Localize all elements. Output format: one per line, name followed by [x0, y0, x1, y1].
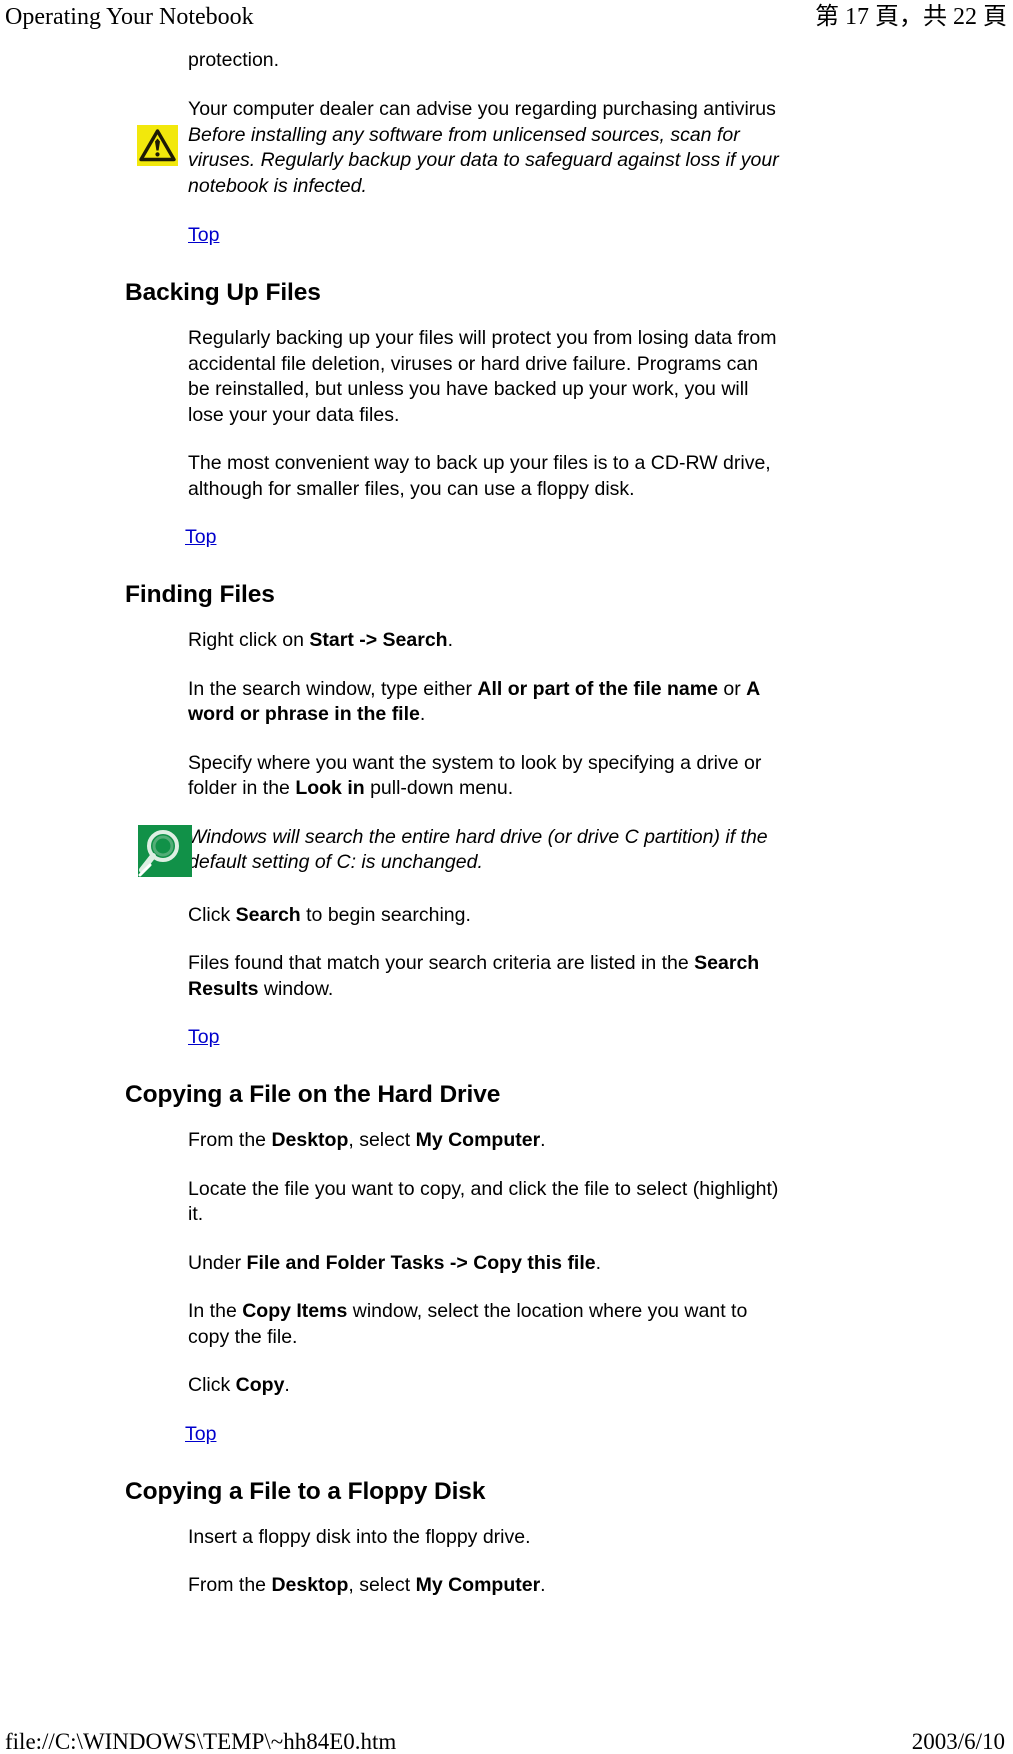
- document-page: Operating Your Notebook 第 17 頁，共 22 頁 pr…: [0, 0, 1013, 1754]
- step-emphasis: My Computer: [415, 1574, 541, 1596]
- header-page-indicator: 第 17 頁，共 22 頁: [815, 4, 1007, 30]
- step-text: Under: [188, 1251, 247, 1274]
- step-text: window.: [258, 977, 334, 1000]
- page-footer: file://C:\WINDOWS\TEMP\~hh84E0.htm 2003/…: [0, 1727, 1013, 1754]
- footer-date: 2003/6/10: [911, 1729, 1005, 1754]
- step-emphasis: Start -> Search: [309, 629, 448, 651]
- step-copy-hd-2: Locate the file you want to copy, and cl…: [188, 1177, 779, 1226]
- step-emphasis: Search: [235, 903, 301, 926]
- clipped-paragraph-container: Your computer dealer can advise you rega…: [0, 97, 1013, 123]
- step-text: From the: [188, 1574, 272, 1596]
- step-copy-hd-3: Under File and Folder Tasks -> Copy this…: [188, 1251, 781, 1277]
- step-text: , select: [348, 1129, 416, 1151]
- step-text: From the: [188, 1129, 272, 1151]
- step-text: .: [447, 629, 453, 651]
- top-link[interactable]: Top: [185, 1422, 216, 1447]
- warning-triangle-icon: [137, 124, 178, 166]
- document-content: protection. Your computer dealer can adv…: [0, 48, 1013, 1622]
- step-text: In the: [188, 1300, 243, 1322]
- top-link[interactable]: Top: [188, 1025, 219, 1050]
- step-text: In the search window, type either: [188, 677, 478, 700]
- step-emphasis: Copy: [235, 1374, 285, 1396]
- step-text: Files found that match your search crite…: [188, 952, 695, 974]
- step-finding-5: Files found that match your search crite…: [188, 951, 775, 1002]
- step-text: .: [595, 1251, 602, 1274]
- heading-finding-files: Finding Files: [125, 581, 275, 608]
- step-text: or: [717, 677, 747, 700]
- header-document-title: Operating Your Notebook: [5, 4, 254, 30]
- step-text: to begin searching.: [300, 903, 471, 926]
- step-text: .: [540, 1129, 546, 1151]
- step-emphasis: File and Folder Tasks -> Copy this file: [246, 1251, 596, 1274]
- step-emphasis: Desktop: [271, 1574, 349, 1596]
- step-emphasis: Desktop: [271, 1129, 349, 1151]
- step-finding-4: Click Search to begin searching.: [188, 903, 775, 929]
- warning-note-text: Before installing any software from unli…: [188, 123, 779, 197]
- paragraph-antivirus-tail: protection.: [188, 49, 280, 71]
- step-text: Click: [188, 1374, 236, 1396]
- step-copy-hd-4: In the Copy Items window, select the loc…: [188, 1299, 781, 1350]
- step-emphasis: All or part of the file name: [477, 677, 718, 700]
- step-text: .: [284, 1374, 290, 1396]
- heading-backing-up-files: Backing Up Files: [125, 279, 321, 306]
- top-link[interactable]: Top: [188, 223, 219, 248]
- step-copy-floppy-2: From the Desktop, select My Computer.: [188, 1573, 781, 1599]
- paragraph-backup-1: Regularly backing up your files will pro…: [188, 327, 777, 426]
- heading-copying-hard-drive: Copying a File on the Hard Drive: [125, 1081, 501, 1108]
- search-note-text: Windows will search the entire hard driv…: [188, 825, 768, 874]
- step-emphasis: Copy Items: [242, 1300, 348, 1322]
- step-emphasis: Look in: [295, 777, 365, 799]
- step-finding-1: Right click on Start -> Search.: [188, 628, 775, 654]
- step-text: .: [540, 1574, 546, 1596]
- paragraph-antivirus-clipped: Your computer dealer can advise you rega…: [188, 97, 776, 120]
- magnifier-icon: [138, 824, 192, 877]
- step-copy-hd-1: From the Desktop, select My Computer.: [188, 1128, 781, 1154]
- page-header: Operating Your Notebook 第 17 頁，共 22 頁: [0, 2, 1013, 36]
- paragraph-backup-2: The most convenient way to back up your …: [188, 452, 771, 500]
- step-emphasis: My Computer: [415, 1129, 541, 1151]
- step-text: Right click on: [188, 629, 310, 651]
- heading-copying-floppy-disk: Copying a File to a Floppy Disk: [125, 1477, 486, 1505]
- warning-note: Before installing any software from unli…: [0, 123, 1013, 200]
- step-text: Click: [188, 903, 236, 926]
- step-text: pull-down menu.: [364, 777, 514, 799]
- step-finding-3: Specify where you want the system to loo…: [188, 751, 775, 802]
- step-copy-floppy-1: Insert a floppy disk into the floppy dri…: [188, 1525, 531, 1548]
- step-copy-hd-5: Click Copy.: [188, 1373, 781, 1399]
- step-text: , select: [348, 1574, 416, 1596]
- footer-file-path: file://C:\WINDOWS\TEMP\~hh84E0.htm: [5, 1729, 397, 1754]
- step-finding-2: In the search window, type either All or…: [188, 677, 775, 728]
- top-link[interactable]: Top: [185, 525, 216, 550]
- step-text: .: [419, 703, 426, 725]
- search-note: Windows will search the entire hard driv…: [0, 824, 1013, 879]
